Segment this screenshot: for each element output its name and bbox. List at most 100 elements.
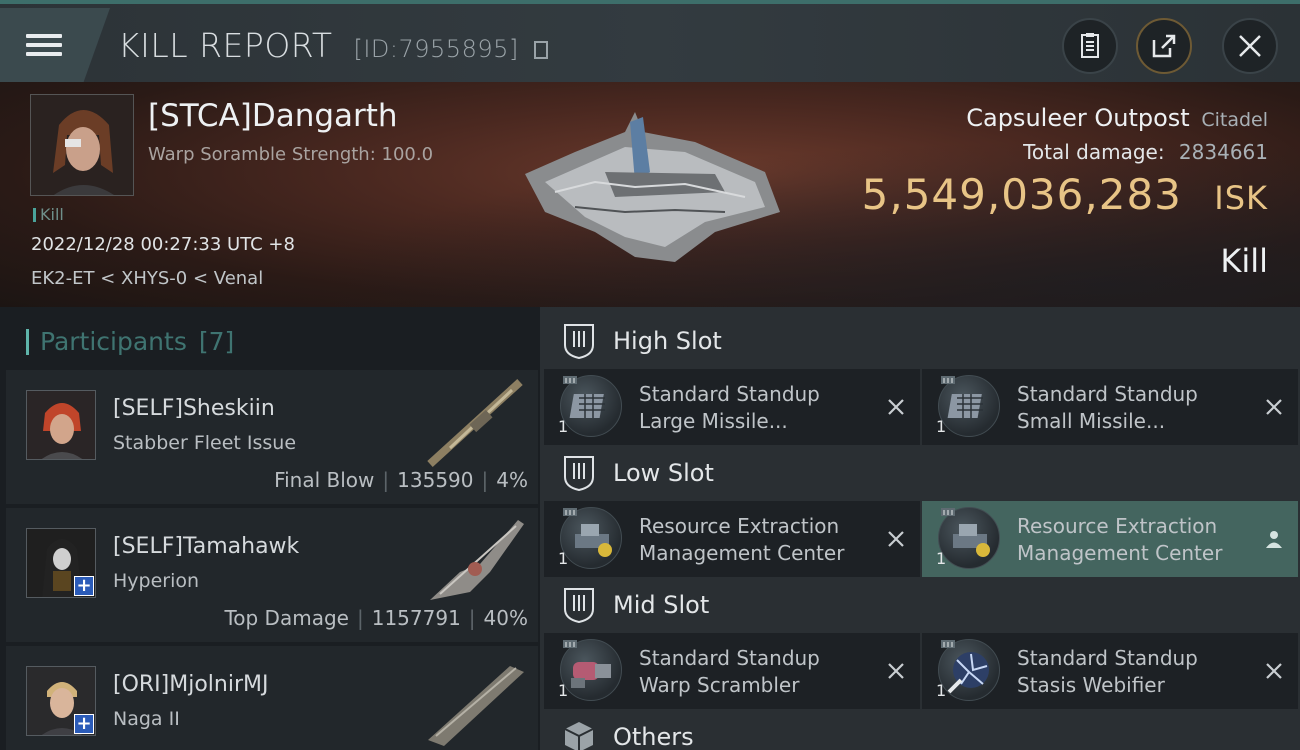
kill-datetime: 2022/12/28 00:27:33 UTC +8 — [31, 234, 295, 255]
module-slot[interactable]: 1 Standard Standup Stasis Webifier — [922, 633, 1298, 709]
module-name: Standard Standup — [1017, 382, 1198, 406]
copy-icon[interactable] — [533, 41, 548, 59]
ship-image — [428, 666, 524, 746]
total-damage-line: Total damage: 2834661 — [1023, 140, 1268, 164]
menu-button[interactable] — [0, 8, 110, 82]
participant-damage: 1157791 — [371, 606, 461, 630]
isk-value-line: 5,549,036,283 ISK — [862, 170, 1268, 219]
fleet-badge: + — [74, 576, 94, 596]
participant-ship: Naga II — [113, 708, 180, 730]
module-name: Resource Extraction — [639, 514, 840, 538]
target-name: Capsuleer Outpost — [966, 104, 1190, 132]
participants-count: [7] — [198, 327, 235, 356]
participant-row[interactable]: + [SELF]Tamahawk Hyperion Top Damage | 115… — [6, 508, 538, 642]
module-slot[interactable]: 1 Resource Extraction Management Center — [544, 501, 920, 577]
module-quantity: 1 — [936, 549, 947, 568]
ship-image — [430, 520, 524, 600]
avatar[interactable]: + — [26, 666, 96, 736]
participant-stats: Final Blow | 135590 | 4% — [274, 468, 528, 492]
mid-slot-title: Mid Slot — [613, 591, 710, 619]
kill-summary-banner: [STCA]Dangarth Warp Soramble Strength: 1… — [0, 82, 1300, 307]
avatar[interactable] — [26, 390, 96, 460]
destroyed-x-icon — [888, 663, 904, 679]
participant-row[interactable]: [SELF]Sheskiin Stabber Fleet Issue Final… — [6, 370, 538, 504]
kill-location: EK2-ET < XHYS-0 < Venal — [31, 268, 264, 289]
destroyed-structure-image — [525, 112, 780, 262]
module-subname: Warp Scrambler — [639, 673, 800, 697]
slot-flag-icon — [563, 508, 577, 516]
participant-stats: Top Damage | 1157791 | 40% — [224, 606, 528, 630]
report-id: [ID:7955895] — [353, 35, 519, 63]
kill-outcome: Kill — [1220, 242, 1268, 280]
low-slot-title: Low Slot — [613, 459, 714, 487]
destroyed-x-icon — [1266, 663, 1282, 679]
high-slot-title: High Slot — [613, 327, 722, 355]
destroyed-x-icon — [888, 531, 904, 547]
share-button[interactable] — [1136, 18, 1192, 74]
victim-portrait-image — [31, 95, 133, 195]
low-slot-header: Low Slot — [540, 441, 1300, 505]
module-slot[interactable]: 1 Standard Standup Warp Scrambler — [544, 633, 920, 709]
module-quantity: 1 — [558, 681, 569, 700]
participant-name: [ORI]MjolnirMJ — [113, 672, 269, 697]
participant-role: Top Damage — [224, 606, 349, 630]
module-name: Standard Standup — [639, 646, 820, 670]
participant-name: [SELF]Tamahawk — [113, 534, 300, 559]
slot-flag-icon — [563, 640, 577, 648]
participant-row[interactable]: + [ORI]MjolnirMJ Naga II — [6, 646, 538, 750]
module-subname: Management Center — [1017, 541, 1223, 565]
module-quantity: 1 — [936, 681, 947, 700]
isk-unit: ISK — [1214, 179, 1268, 217]
module-subname: Stasis Webifier — [1017, 673, 1165, 697]
slot-flag-icon — [563, 376, 577, 384]
menu-icon — [26, 29, 62, 61]
slot-flag-icon — [941, 508, 955, 516]
victim-name: [STCA]Dangarth — [148, 98, 398, 134]
close-icon — [1239, 35, 1261, 57]
total-damage-label: Total damage: — [1023, 140, 1165, 164]
mid-slot-header: Mid Slot — [540, 573, 1300, 637]
low-slot-icon — [564, 456, 594, 491]
participant-percent: 40% — [483, 606, 528, 630]
avatar[interactable]: + — [26, 528, 96, 598]
module-subname: Small Missile... — [1017, 409, 1166, 433]
slot-flag-icon — [941, 640, 955, 648]
module-slot[interactable]: 1 Standard Standup Large Missile... — [544, 369, 920, 445]
high-slot-header: High Slot — [540, 309, 1300, 373]
victim-portrait[interactable] — [30, 94, 134, 196]
participant-ship: Stabber Fleet Issue — [113, 432, 297, 454]
mid-slot-icon — [564, 588, 594, 623]
fitting-panel: High Slot 1 Standard Standup Large Missi… — [540, 307, 1300, 750]
ship-image — [427, 379, 523, 467]
module-quantity: 1 — [558, 417, 569, 436]
clipboard-button[interactable] — [1062, 18, 1118, 74]
module-subname: Large Missile... — [639, 409, 788, 433]
module-quantity: 1 — [558, 549, 569, 568]
share-icon — [1152, 34, 1176, 58]
module-name: Resource Extraction — [1017, 514, 1218, 538]
title-bar: KILL REPORT [ID:7955895] — [0, 0, 1300, 82]
high-slot-icon — [564, 324, 594, 359]
module-subname: Management Center — [639, 541, 845, 565]
participants-title: Participants — [40, 327, 187, 356]
module-name: Standard Standup — [639, 382, 820, 406]
close-button[interactable] — [1222, 18, 1278, 74]
total-damage-value: 2834661 — [1178, 140, 1268, 164]
module-quantity: 1 — [936, 417, 947, 436]
kill-type-tag: Kill — [33, 205, 64, 224]
participant-role: Final Blow — [274, 468, 375, 492]
participants-header: Participants [7] — [25, 327, 235, 356]
module-slot[interactable]: 1 Resource Extraction Management Center — [922, 501, 1298, 577]
isk-value: 5,549,036,283 — [861, 170, 1182, 219]
cube-icon — [564, 722, 594, 750]
others-header: Others — [540, 705, 1300, 750]
avatar-image — [27, 391, 95, 459]
target-name-line: Capsuleer Outpost Citadel — [966, 104, 1268, 132]
fleet-badge: + — [74, 714, 94, 734]
window-title-text: KILL REPORT — [118, 26, 333, 65]
pilot-icon — [1266, 531, 1282, 548]
participant-name: [SELF]Sheskiin — [113, 396, 275, 421]
participant-ship: Hyperion — [113, 570, 200, 592]
module-slot[interactable]: 1 Standard Standup Small Missile... — [922, 369, 1298, 445]
slot-flag-icon — [941, 376, 955, 384]
